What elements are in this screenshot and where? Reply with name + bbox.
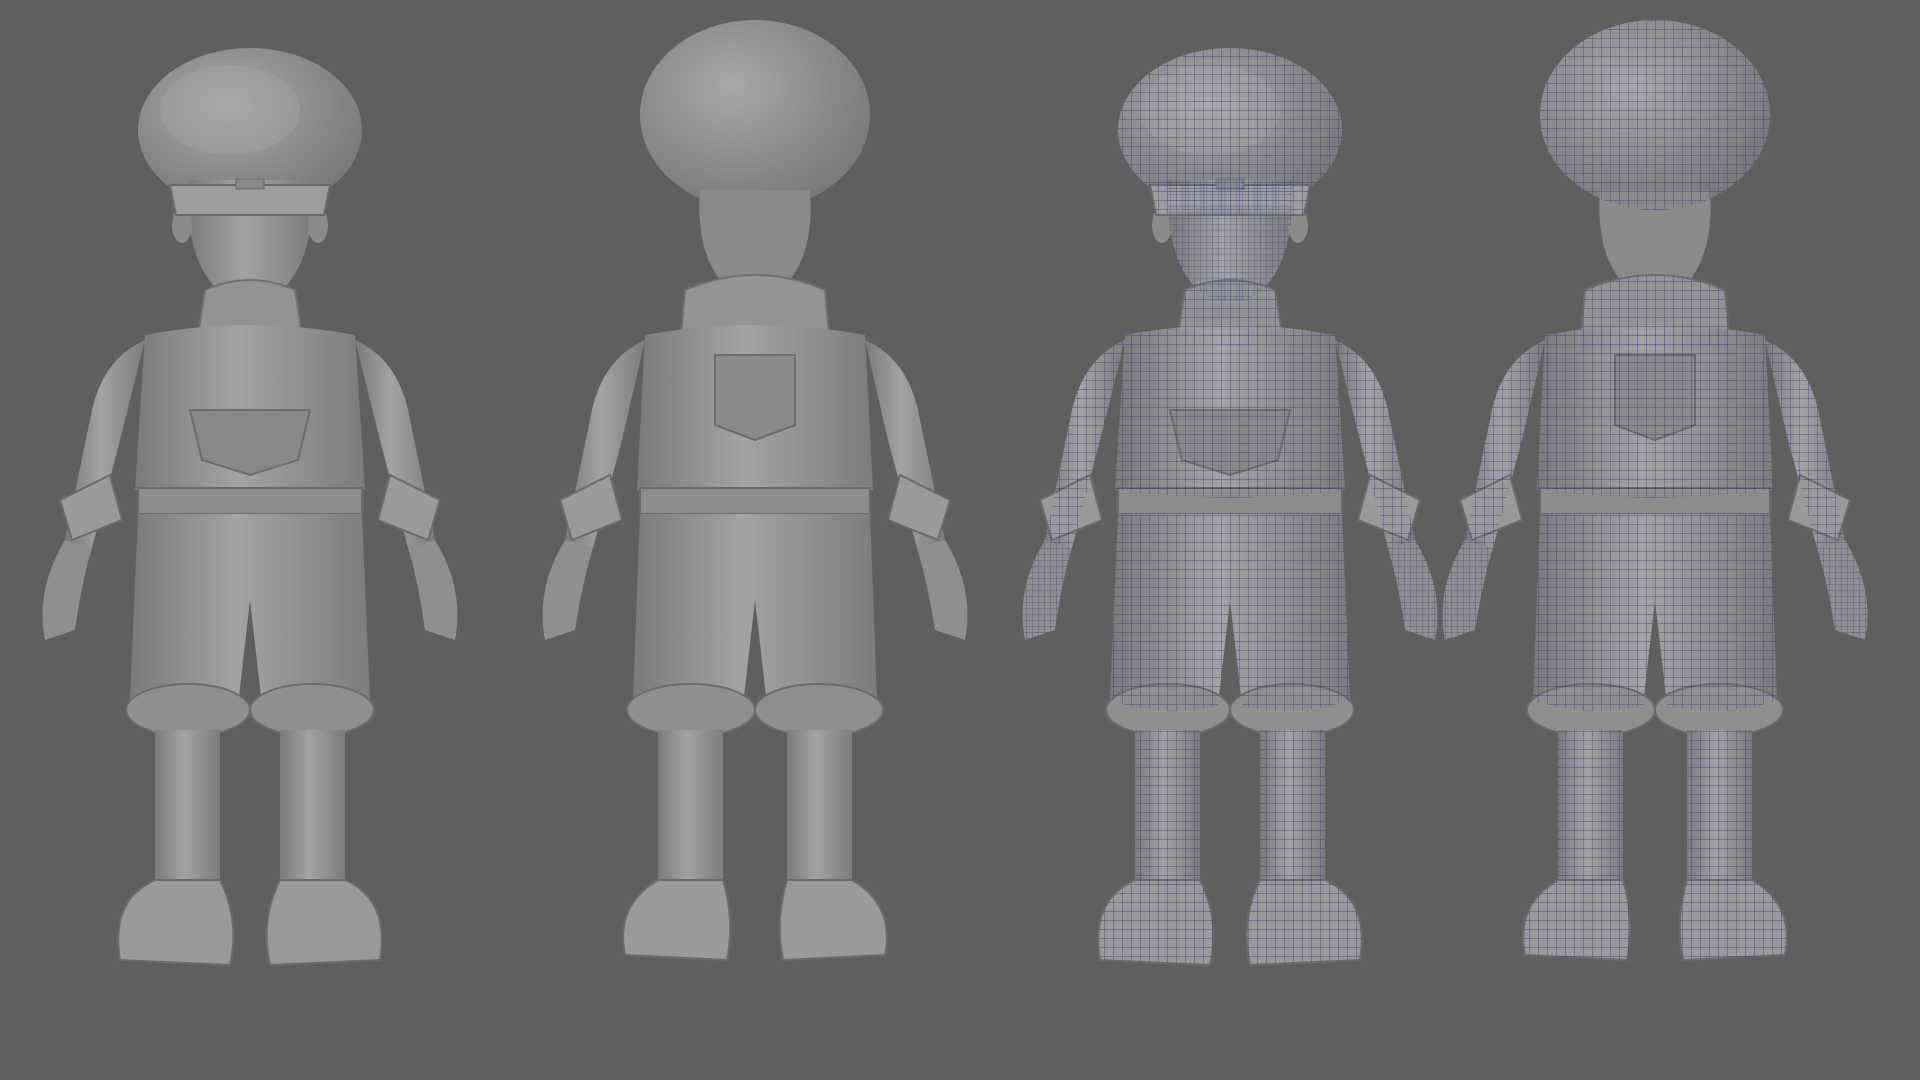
character-turnaround xyxy=(0,0,1920,1080)
3d-viewport[interactable] xyxy=(0,0,1920,1080)
